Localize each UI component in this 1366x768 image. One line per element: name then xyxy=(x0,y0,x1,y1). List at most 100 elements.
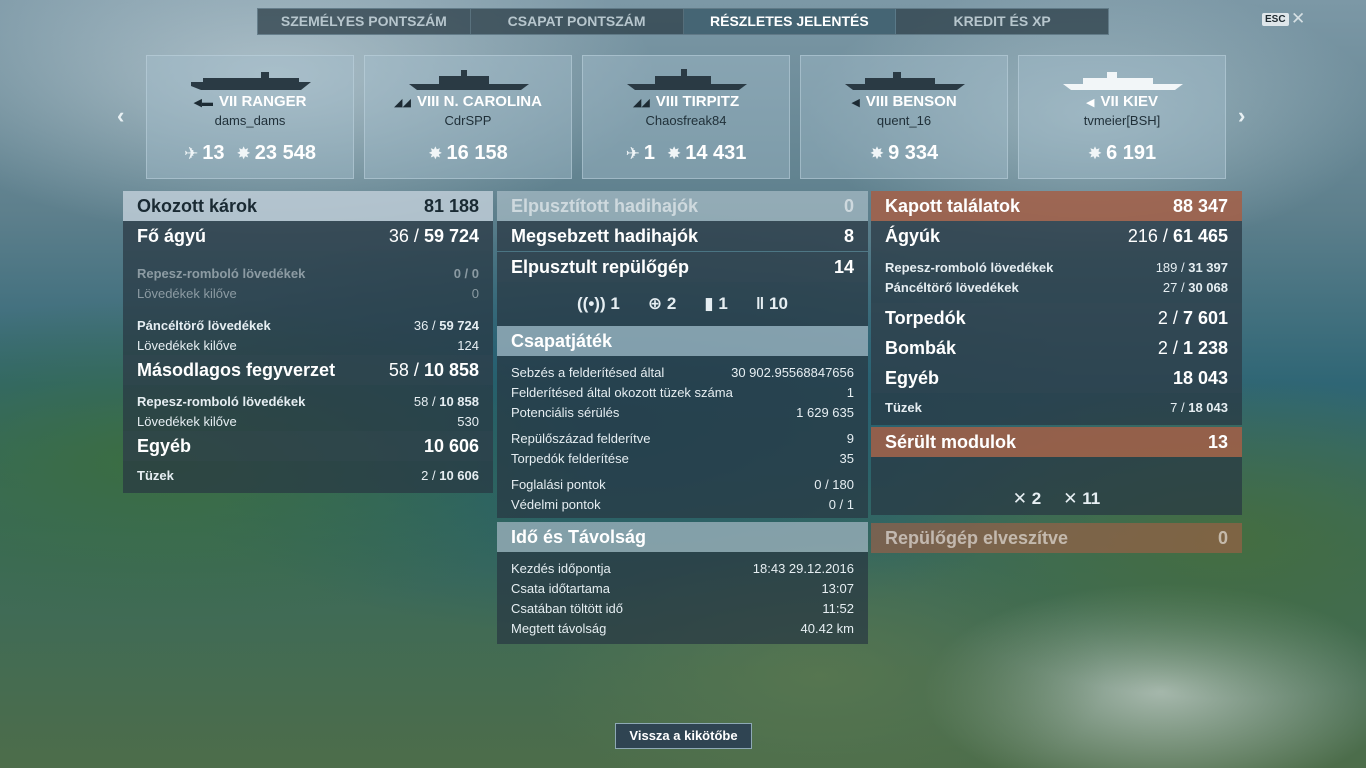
main-battery-details: Repesz-romboló lövedékek 0 / 0 Lövedékek … xyxy=(123,251,493,355)
fires-damage: 10 606 xyxy=(439,467,479,483)
time-distance-details: Kezdés időpontja 18:43 29.12.2016 Csata i… xyxy=(497,552,868,644)
fires-label: Tüzek xyxy=(137,467,174,483)
player-name: dams_dams xyxy=(214,113,286,128)
chevron-right-icon[interactable]: › xyxy=(1238,103,1245,129)
ap-hits: 36 / xyxy=(413,317,436,333)
other-received-value: 18 043 xyxy=(1172,367,1228,388)
damage-dealt-label: Okozott károk xyxy=(137,195,258,216)
damage-dealt-header: Okozott károk 81 188 xyxy=(123,191,493,221)
ship-stats: ✸ 6 191 xyxy=(1019,142,1225,165)
back-to-port-button[interactable]: Vissza a kikötőbe xyxy=(615,723,752,749)
ship-card[interactable]: ◢◢ VIII N. CAROLINA CdrSPP ✸ 16 158 xyxy=(364,55,572,179)
stat-row: Repülőszázad felderítve 9 xyxy=(497,428,868,448)
ship-silhouette-icon xyxy=(627,69,747,90)
ships-destroyed-row: Elpusztított hadihajók 0 xyxy=(497,191,868,221)
stat-row: Foglalási pontok 0 / 180 xyxy=(497,474,868,494)
stat-value: 0 / 1 xyxy=(828,496,854,512)
steering-module-icon: ✕ xyxy=(1063,489,1078,508)
fires-count: 2 / xyxy=(421,467,436,483)
ap-received-damage: 30 068 xyxy=(1188,279,1228,295)
esc-key-hint: ESC xyxy=(1262,13,1289,26)
damage-stat: ✸ 9 334 xyxy=(870,142,938,165)
stat-label: Csata időtartama xyxy=(511,580,610,596)
other-damage-row: Egyéb 10 606 xyxy=(123,431,493,461)
ap-received-label: Páncéltörő lövedékek xyxy=(885,279,1019,295)
ship-card[interactable]: ◀ VIII BENSON quent_16 ✸ 9 334 xyxy=(800,55,1008,179)
he-damage: 10 858 xyxy=(439,393,479,409)
ap-received-hits: 27 / xyxy=(1162,279,1185,295)
radar-value: 1 xyxy=(610,294,620,313)
ship-card[interactable]: ◢◢ VIII TIRPITZ Chaosfreak84 ✈ 1 ✸ 14 431 xyxy=(582,55,790,179)
guns-hits: 216 / xyxy=(1127,225,1168,246)
player-name: tvmeier[BSH] xyxy=(1083,113,1161,128)
steering-module-value: 11 xyxy=(1082,489,1101,508)
plane-destroyed-icon: ✈ xyxy=(625,144,640,163)
ship-stats: ✈ 1 ✸ 14 431 xyxy=(583,142,789,165)
ship-silhouette-icon xyxy=(191,72,311,90)
planes-stat: ✈ 13 xyxy=(184,142,225,165)
planes-lost-label: Repülőgép elveszítve xyxy=(885,527,1069,548)
he-shells-row: Repesz-romboló lövedékek 58 / 10 858 xyxy=(123,391,493,411)
ap-damage: 59 724 xyxy=(439,317,479,333)
explosion-icon: ✸ xyxy=(428,144,443,163)
explosion-icon: ✸ xyxy=(236,144,251,163)
damage-value: 9 334 xyxy=(888,142,939,164)
tab-detailed-report[interactable]: Részletes jelentés xyxy=(683,9,897,34)
hits-received-label: Kapott találatok xyxy=(885,195,1021,216)
torpedoes-damage: 7 601 xyxy=(1182,307,1228,328)
ship-name-label: VII RANGER xyxy=(218,93,307,110)
shells-fired-label: Lövedékek kilőve xyxy=(137,413,237,429)
damage-value: 6 191 xyxy=(1106,142,1157,164)
ships-damaged-value: 8 xyxy=(843,225,854,246)
ship-name-label: VIII N. CAROLINA xyxy=(416,93,542,110)
damaged-modules-header: Sérült modulok 13 xyxy=(871,427,1242,457)
planes-lost-value: 0 xyxy=(1217,527,1228,548)
teamplay-title: Csapatjáték xyxy=(511,330,613,351)
damage-value: 14 431 xyxy=(685,142,747,164)
planes-destroyed-row: Elpusztult repülőgép 14 xyxy=(497,252,868,282)
time-distance-title: Idő és Távolság xyxy=(511,526,647,547)
close-icon[interactable]: ✕ xyxy=(1291,9,1305,29)
stat-value: 9 xyxy=(846,430,854,446)
planes-stat: ✈ 1 xyxy=(626,142,655,165)
guns-label: Ágyúk xyxy=(885,225,941,246)
ship-card[interactable]: ◀ VII KIEV tvmeier[BSH] ✸ 6 191 xyxy=(1018,55,1226,179)
stat-value: 13:07 xyxy=(821,580,854,596)
planes-lost-row: Repülőgép elveszítve 0 xyxy=(871,523,1242,553)
ship-card[interactable]: ◀▬ VII RANGER dams_dams ✈ 13 ✸ 23 548 xyxy=(146,55,354,179)
bombs-damage: 1 238 xyxy=(1182,337,1228,358)
destroyer-icon: ◀ xyxy=(851,97,860,109)
tab-bar: Személyes pontszám Csapat pontszám Részl… xyxy=(257,8,1109,35)
tab-credits-xp[interactable]: Kredit és XP xyxy=(896,9,1108,34)
explosion-icon: ✸ xyxy=(1087,144,1103,163)
torpedoes-hits: 2 / xyxy=(1157,307,1178,328)
tab-personal-score[interactable]: Személyes pontszám xyxy=(258,9,471,34)
main-battery-label: Fő ágyú xyxy=(137,225,207,246)
crosshair-value: 2 xyxy=(666,294,677,313)
stat-label: Felderítésed által okozott tüzek száma xyxy=(511,384,733,400)
shells-fired-row: Lövedékek kilőve 0 xyxy=(123,283,493,303)
shells-stat: ‖ 10 xyxy=(756,294,788,314)
stat-value: 11:52 xyxy=(822,600,854,616)
stat-label: Sebzés a felderítésed által xyxy=(511,364,665,380)
tab-team-score[interactable]: Csapat pontszám xyxy=(471,9,684,34)
stat-row: Felderítésed által okozott tüzek száma 1 xyxy=(497,382,868,402)
ap-received-row: Páncéltörő lövedékek 27 / 30 068 xyxy=(871,277,1242,297)
he-received-label: Repesz-romboló lövedékek xyxy=(885,259,1054,275)
hits-received-value: 88 347 xyxy=(1172,195,1228,216)
ship-name: ◢◢ VIII N. CAROLINA xyxy=(365,93,571,110)
other-damage-label: Egyéb xyxy=(137,435,192,456)
he-received-row: Repesz-romboló lövedékek 189 / 31 397 xyxy=(871,257,1242,277)
radar-icon: ((•)) xyxy=(577,294,606,313)
planes-destroyed-value: 14 xyxy=(833,256,854,277)
fires-received-label: Tüzek xyxy=(885,399,922,415)
main-battery-row: Fő ágyú 36 / 59 724 xyxy=(123,221,493,251)
hits-received-header: Kapott találatok 88 347 xyxy=(871,191,1242,221)
ship-stats: ✸ 9 334 xyxy=(801,142,1007,165)
damage-dealt-panel: Okozott károk 81 188 Fő ágyú 36 / 59 724 R… xyxy=(123,191,493,493)
gun-module-icon: ✕ xyxy=(1012,489,1028,508)
stat-value: 30 902.95568847656 xyxy=(731,364,854,380)
chevron-left-icon[interactable]: ‹ xyxy=(117,103,124,129)
ship-stats: ✸ 16 158 xyxy=(365,142,571,165)
player-name: Chaosfreak84 xyxy=(645,113,727,128)
